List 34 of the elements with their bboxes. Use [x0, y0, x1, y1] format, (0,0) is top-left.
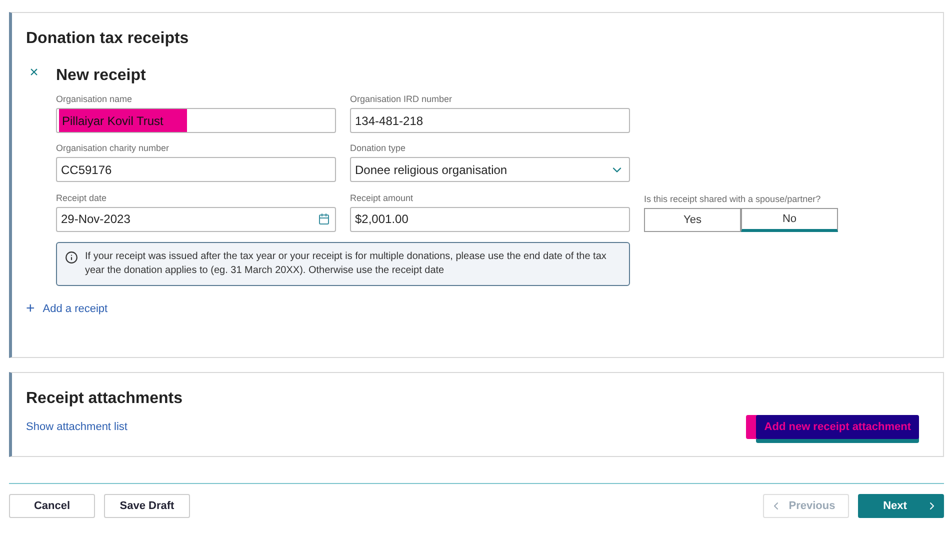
field-label: Donation type — [350, 142, 407, 154]
field-label: Receipt amount — [350, 192, 414, 204]
info-text: If your receipt was issued after the tax year or your receipt is for multiple donations, please use the end date of the tax year the donation applies to (eg. 31 March 20XX). Otherwise use the receipt date — [85, 250, 608, 278]
close-button[interactable]: × — [26, 65, 42, 81]
field-label: Receipt date — [56, 192, 108, 204]
field-label: Is this receipt shared with a spouse/partner? — [644, 193, 822, 205]
date-field[interactable]: 29-Nov-2023 — [56, 206, 336, 232]
toggle-option[interactable]: No — [741, 208, 838, 232]
toggle-option[interactable]: Yes — [644, 208, 741, 232]
info-icon — [65, 251, 78, 264]
field-label: Organisation name — [56, 93, 134, 105]
secondary-button[interactable]: Save Draft — [104, 494, 190, 518]
calendar-icon — [318, 213, 330, 226]
field-value: $2,001.00 — [354, 211, 410, 228]
field-value: Donee religious organisation — [354, 162, 508, 179]
receipt-title: New receipt — [56, 66, 147, 86]
section-title: Donation tax receipts — [26, 29, 190, 49]
field-value: CC59176 — [60, 162, 113, 179]
input-field[interactable]: CC59176 — [56, 157, 336, 182]
field-value: Pillaiyar Kovil Trust — [59, 109, 188, 132]
attachment-list-link[interactable]: Show attachment list — [26, 418, 128, 436]
input-field[interactable]: Pillaiyar Kovil Trust — [56, 108, 336, 133]
field-value: 134-481-218 — [354, 112, 424, 130]
input-field[interactable]: $2,001.00 — [350, 206, 630, 232]
input-field[interactable]: 134-481-218 — [350, 108, 630, 133]
field-label: Organisation charity number — [56, 142, 170, 154]
field-value: 29-Nov-2023 — [60, 211, 132, 228]
select-field[interactable]: Donee religious organisation — [350, 157, 630, 182]
field-label: Organisation IRD number — [350, 93, 454, 105]
secondary-button[interactable]: Cancel — [9, 494, 95, 518]
section-title: Receipt attachments — [26, 389, 184, 409]
add-receipt-link[interactable]: + Add a receipt — [26, 301, 108, 318]
add-attachment-button[interactable]: Add new receipt attachment — [756, 415, 919, 439]
next-button[interactable]: Next — [858, 494, 944, 518]
